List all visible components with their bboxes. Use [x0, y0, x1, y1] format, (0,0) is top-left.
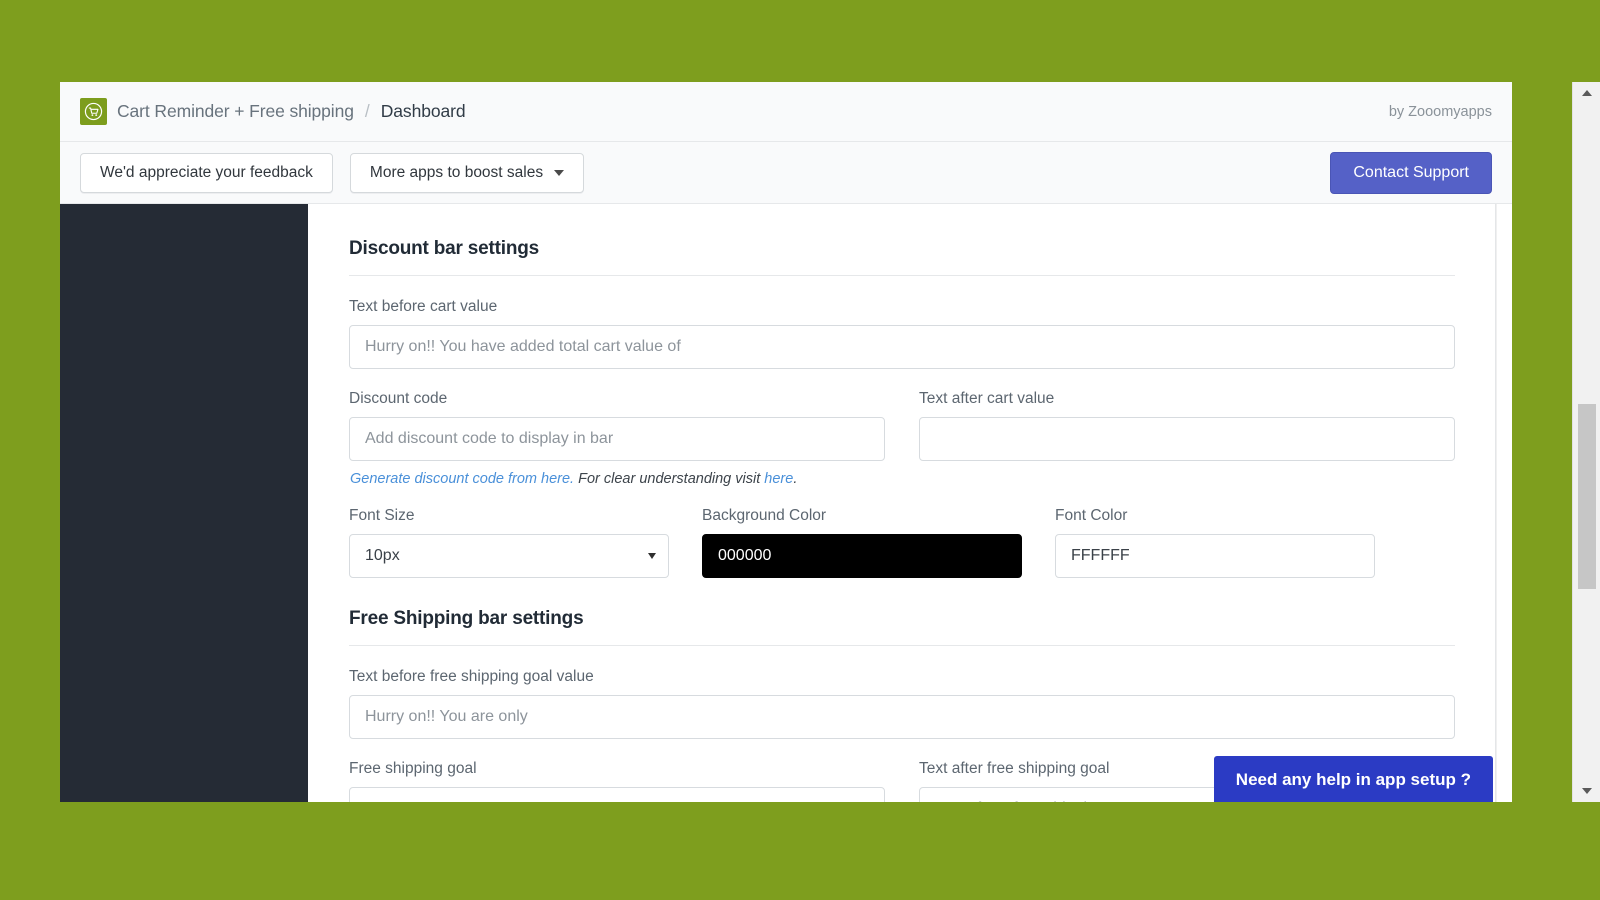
free-shipping-section-title: Free Shipping bar settings [349, 608, 584, 629]
top-bar: Cart Reminder + Free shipping / Dashboar… [60, 82, 1512, 142]
free-shipping-goal-input[interactable] [349, 787, 885, 802]
text-before-cart-value-input[interactable] [349, 325, 1455, 369]
vendor-byline: by Zooomyapps [1388, 103, 1492, 120]
field-discount-code: Discount code [349, 390, 885, 461]
helper-end-text: . [793, 471, 798, 487]
breadcrumb-app-name[interactable]: Cart Reminder + Free shipping [117, 101, 354, 122]
scroll-down-arrow-icon[interactable] [1573, 780, 1600, 802]
feedback-button[interactable]: We'd appreciate your feedback [80, 152, 333, 193]
discount-code-label: Discount code [349, 390, 448, 407]
discount-section-title: Discount bar settings [349, 238, 540, 259]
contact-support-button[interactable]: Contact Support [1330, 151, 1492, 194]
font-size-select[interactable] [349, 534, 669, 578]
sidebar [60, 204, 308, 802]
background-color-label: Background Color [702, 507, 827, 524]
field-text-before-cart-value: Text before cart value [349, 298, 1455, 369]
font-size-label: Font Size [349, 507, 415, 524]
field-text-before-free-shipping-goal: Text before free shipping goal value [349, 668, 1455, 739]
style-options-row: Font Size Background Color Font Color [349, 507, 1455, 578]
content-scroll-area[interactable]: Discount bar settings Text before cart v… [308, 204, 1496, 802]
field-free-shipping-goal: Free shipping goal [349, 760, 885, 802]
shopping-cart-icon [80, 98, 107, 125]
breadcrumb-separator: / [364, 101, 370, 121]
section-divider [349, 645, 1455, 646]
outer-scrollbar-thumb[interactable] [1578, 404, 1596, 589]
free-shipping-goal-label: Free shipping goal [349, 760, 477, 777]
font-color-input[interactable] [1055, 534, 1375, 578]
font-size-select-wrap [349, 534, 669, 578]
breadcrumb-current-page: Dashboard [380, 101, 466, 121]
text-before-goal-input[interactable] [349, 695, 1455, 739]
text-after-cart-value-input[interactable] [919, 417, 1455, 461]
window-body: Discount bar settings Text before cart v… [60, 204, 1512, 802]
feedback-button-label: We'd appreciate your feedback [100, 163, 313, 181]
breadcrumb: Cart Reminder + Free shipping / Dashboar… [80, 98, 466, 125]
more-apps-button-label: More apps to boost sales [369, 163, 544, 181]
field-background-color: Background Color [702, 507, 1022, 578]
more-apps-button[interactable]: More apps to boost sales [349, 152, 585, 193]
generate-discount-code-link[interactable]: Generate discount code from here. [350, 471, 574, 487]
discount-code-row: Discount code Text after cart value [349, 390, 1455, 461]
understanding-here-link[interactable]: here [764, 471, 793, 487]
text-before-cart-value-label: Text before cart value [349, 298, 498, 315]
discount-code-helper-text: Generate discount code from here. For cl… [350, 471, 1455, 487]
text-after-cart-value-label: Text after cart value [919, 390, 1055, 407]
field-font-color: Font Color [1055, 507, 1375, 578]
settings-form: Discount bar settings Text before cart v… [308, 204, 1495, 802]
font-color-label: Font Color [1055, 507, 1128, 524]
field-font-size: Font Size [349, 507, 669, 578]
help-widget-button[interactable]: Need any help in app setup ? [1213, 756, 1493, 802]
app-window: Cart Reminder + Free shipping / Dashboar… [60, 82, 1512, 802]
text-before-goal-label: Text before free shipping goal value [349, 668, 594, 685]
background-color-input[interactable] [702, 534, 1022, 578]
field-text-after-cart-value: Text after cart value [919, 390, 1455, 461]
discount-code-input[interactable] [349, 417, 885, 461]
inner-scrollbar[interactable] [1496, 204, 1512, 802]
scroll-up-arrow-icon[interactable] [1573, 82, 1600, 104]
contact-support-label: Contact Support [1353, 163, 1469, 181]
outer-scrollbar[interactable] [1572, 82, 1600, 802]
chevron-down-icon [554, 169, 565, 176]
helper-middle-text: For clear understanding visit [574, 471, 765, 487]
action-bar: We'd appreciate your feedback More apps … [60, 142, 1512, 204]
section-divider [349, 275, 1455, 276]
